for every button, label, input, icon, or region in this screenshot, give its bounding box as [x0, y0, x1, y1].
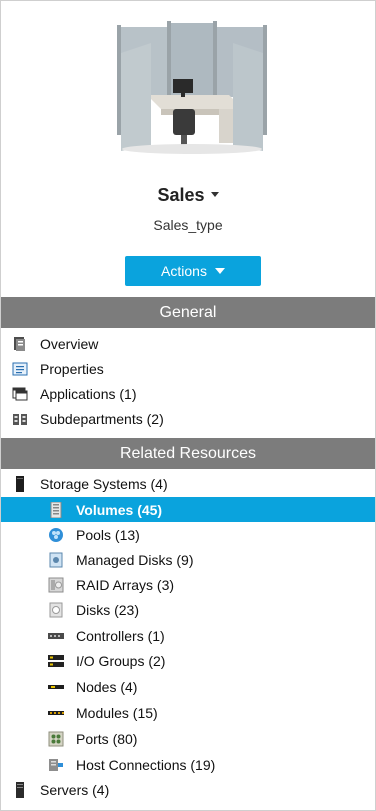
volumes-icon — [48, 501, 64, 518]
chevron-down-icon — [210, 191, 219, 197]
nav-item-pools[interactable]: Pools (13) — [1, 522, 375, 547]
section-header-related-resources: Related Resources — [1, 438, 375, 469]
applications-icon — [12, 386, 28, 402]
nav-item-io-groups[interactable]: I/O Groups (2) — [1, 648, 375, 673]
nav-item-label: Host Connections (19) — [76, 756, 216, 773]
subdepartments-icon — [12, 411, 28, 427]
section-title-general: General — [159, 303, 217, 321]
caret-down-icon — [214, 268, 225, 274]
nav-item-label: RAID Arrays (3) — [76, 576, 175, 593]
nav-item-modules[interactable]: Modules (15) — [1, 700, 375, 725]
department-header: Sales Sales_type Actions — [1, 1, 375, 297]
controllers-icon — [48, 628, 64, 644]
nav-item-nodes[interactable]: Nodes (4) — [1, 674, 375, 699]
actions-button[interactable]: Actions — [125, 256, 261, 286]
nav-item-label: Nodes (4) — [76, 678, 138, 695]
nav-item-label: Properties — [40, 360, 104, 377]
nav-item-label: Modules (15) — [76, 704, 158, 721]
nav-item-label: Managed Disks (9) — [76, 551, 194, 568]
nav-item-volumes[interactable]: Volumes (45) — [1, 497, 375, 522]
nav-item-label: Ports (80) — [76, 730, 138, 747]
nav-item-label: Storage Systems (4) — [40, 475, 168, 492]
nodes-icon — [48, 679, 64, 695]
nav-item-label: Volumes (45) — [76, 501, 163, 518]
section-title-related-resources: Related Resources — [119, 444, 257, 462]
nav-item-properties[interactable]: Properties — [1, 356, 375, 381]
raid-arrays-icon — [48, 577, 64, 593]
nav-item-controllers[interactable]: Controllers (1) — [1, 623, 375, 648]
pools-icon — [48, 527, 64, 543]
modules-icon — [48, 705, 64, 721]
nav-item-label: Subdepartments (2) — [40, 410, 164, 427]
nav-item-subdepartments[interactable]: Subdepartments (2) — [1, 406, 375, 431]
managed-disks-icon — [48, 552, 64, 568]
nav-item-disks[interactable]: Disks (23) — [1, 597, 375, 622]
nav-item-label: Disks (23) — [76, 601, 140, 618]
nav-item-storage-systems[interactable]: Storage Systems (4) — [1, 471, 375, 496]
department-title-text: Sales — [157, 185, 205, 205]
nav-item-host-connections[interactable]: Host Connections (19) — [1, 752, 375, 777]
nav-item-managed-disks[interactable]: Managed Disks (9) — [1, 547, 375, 572]
nav-item-overview[interactable]: Overview — [1, 331, 375, 356]
resource-panel: Sales Sales_type Actions General Overvie… — [0, 0, 376, 811]
host-connections-icon — [48, 757, 64, 773]
overview-icon — [12, 336, 28, 352]
nav-item-label: I/O Groups (2) — [76, 652, 166, 669]
department-title[interactable]: Sales — [1, 185, 375, 206]
nav-item-label: Controllers (1) — [76, 627, 165, 644]
nav-item-label: Applications (1) — [40, 385, 137, 402]
storage-system-icon — [12, 475, 28, 492]
nav-item-label: Overview — [40, 335, 99, 352]
department-type: Sales_type — [153, 217, 223, 233]
nav-item-servers[interactable]: Servers (4) — [1, 777, 375, 802]
ports-icon — [48, 731, 64, 747]
section-header-general: General — [1, 297, 375, 328]
servers-icon — [12, 781, 28, 798]
io-groups-icon — [48, 653, 64, 669]
nav-item-ports[interactable]: Ports (80) — [1, 726, 375, 751]
nav-item-label: Pools (13) — [76, 526, 140, 543]
nav-item-label: Servers (4) — [40, 781, 110, 798]
cubicle-illustration — [117, 21, 267, 154]
disks-icon — [48, 602, 64, 618]
nav-item-applications[interactable]: Applications (1) — [1, 381, 375, 406]
nav-item-raid-arrays[interactable]: RAID Arrays (3) — [1, 572, 375, 597]
properties-icon — [12, 361, 28, 377]
actions-button-label: Actions — [161, 263, 207, 279]
